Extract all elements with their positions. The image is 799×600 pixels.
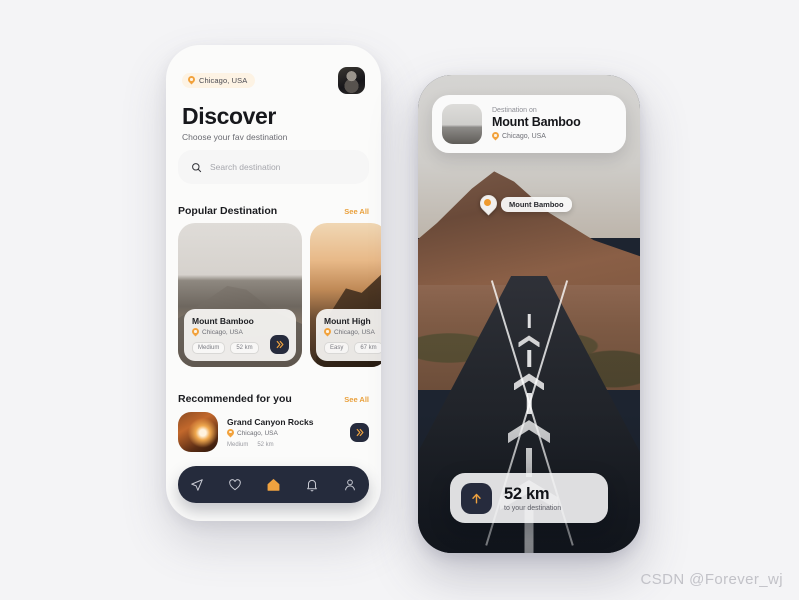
home-icon	[267, 478, 280, 491]
road-centerline	[527, 349, 531, 367]
avatar[interactable]	[338, 67, 365, 94]
profile-icon	[344, 479, 355, 490]
distance-caption: to your destination	[504, 504, 562, 512]
phone-mockup-discover: Chicago, USA Discover Choose your fav de…	[166, 45, 381, 521]
distance-value: 52 km	[504, 484, 550, 503]
distance-card[interactable]: 52 km to your destination	[450, 473, 608, 523]
popular-see-all[interactable]: See All	[344, 207, 369, 216]
popular-section-header: Popular Destination See All	[178, 205, 369, 217]
map-marker[interactable]: Mount Bamboo	[480, 195, 572, 214]
distance-text-group: 52 km to your destination	[504, 485, 561, 512]
difficulty-badge: Medium	[227, 441, 249, 448]
card-badges: Easy 67 km	[324, 342, 381, 354]
nav-item-send[interactable]	[186, 474, 208, 496]
arrow-up-icon	[472, 493, 481, 504]
left-topbar: Chicago, USA	[166, 67, 381, 94]
card-info: Mount Bamboo Chicago, USA Medium 52 km	[184, 308, 296, 361]
recommended-location-label: Chicago, USA	[237, 429, 278, 437]
difficulty-badge: Easy	[324, 342, 350, 354]
destination-card[interactable]: Mount High Chicago, USA Easy 67 km	[310, 223, 381, 367]
destination-location-label: Chicago, USA	[502, 133, 546, 140]
destination-card[interactable]: Mount Bamboo Chicago, USA Medium 52 km	[178, 223, 302, 367]
page-subtitle: Choose your fav destination	[182, 132, 288, 142]
card-title: Mount Bamboo	[192, 315, 254, 326]
recommended-go-button[interactable]	[350, 422, 369, 442]
distance-badge: 52 km	[230, 342, 259, 354]
send-icon	[191, 478, 203, 491]
destination-location: Chicago, USA	[492, 132, 581, 141]
distance-icon-box	[461, 482, 492, 514]
map-pin-icon	[192, 328, 199, 337]
distance-badge: 67 km	[354, 342, 381, 354]
search-input[interactable]: Search destination	[178, 150, 369, 184]
distance-badge: 52 km	[257, 441, 274, 448]
card-title: Mount High	[324, 315, 371, 326]
card-info: Mount High Chicago, USA Easy 67 km	[316, 308, 381, 361]
map-pin-icon	[188, 76, 195, 85]
popular-cards-row: Mount Bamboo Chicago, USA Medium 52 km M…	[178, 223, 381, 367]
destination-name: Mount Bamboo	[492, 115, 581, 129]
location-label: Chicago, USA	[199, 76, 248, 85]
recommended-location: Chicago, USA	[227, 429, 341, 438]
card-location-label: Chicago, USA	[334, 329, 375, 336]
phone-mockup-navigation: Destination on Mount Bamboo Chicago, USA…	[418, 75, 640, 553]
recommended-section-header: Recommended for you See All	[178, 393, 369, 405]
double-chevron-right-icon	[276, 340, 284, 349]
recommended-thumbnail	[178, 412, 218, 452]
bell-icon	[306, 479, 317, 491]
nav-item-notifications[interactable]	[301, 474, 323, 496]
search-icon	[192, 162, 202, 172]
recommended-details: Grand Canyon Rocks Chicago, USA Medium 5…	[227, 417, 341, 448]
nav-item-favorites[interactable]	[224, 474, 246, 496]
bottom-navigation	[178, 466, 369, 503]
map-pin-icon	[324, 328, 331, 337]
location-pill[interactable]: Chicago, USA	[182, 73, 256, 88]
recommended-title-label: Grand Canyon Rocks	[227, 416, 314, 427]
card-location-label: Chicago, USA	[202, 329, 243, 336]
recommended-see-all[interactable]: See All	[344, 395, 369, 404]
list-item[interactable]: Grand Canyon Rocks Chicago, USA Medium 5…	[178, 411, 369, 453]
watermark: CSDN @Forever_wj	[640, 571, 783, 588]
popular-title: Popular Destination	[178, 205, 278, 217]
destination-details: Destination on Mount Bamboo Chicago, USA	[492, 107, 581, 141]
map-pin-icon	[480, 195, 495, 214]
card-location: Chicago, USA	[324, 328, 381, 337]
screenshot-canvas: Chicago, USA Discover Choose your fav de…	[0, 0, 799, 600]
destination-label: Destination on	[492, 107, 537, 114]
map-pin-icon	[492, 132, 499, 141]
search-placeholder: Search destination	[210, 162, 281, 172]
nav-item-home[interactable]	[262, 474, 284, 496]
road-centerline	[527, 314, 531, 329]
recommended-title: Recommended for you	[178, 393, 292, 405]
destination-thumbnail	[442, 104, 482, 144]
heart-icon	[229, 478, 242, 490]
map-marker-label: Mount Bamboo	[501, 197, 572, 212]
recommended-badges: Medium 52 km	[227, 442, 341, 448]
double-chevron-right-icon	[356, 428, 364, 436]
card-go-button[interactable]	[270, 335, 289, 354]
difficulty-badge: Medium	[192, 342, 226, 354]
page-title: Discover	[182, 103, 276, 129]
nav-item-profile[interactable]	[339, 474, 361, 496]
map-pin-icon	[227, 429, 234, 438]
destination-card[interactable]: Destination on Mount Bamboo Chicago, USA	[432, 95, 626, 153]
